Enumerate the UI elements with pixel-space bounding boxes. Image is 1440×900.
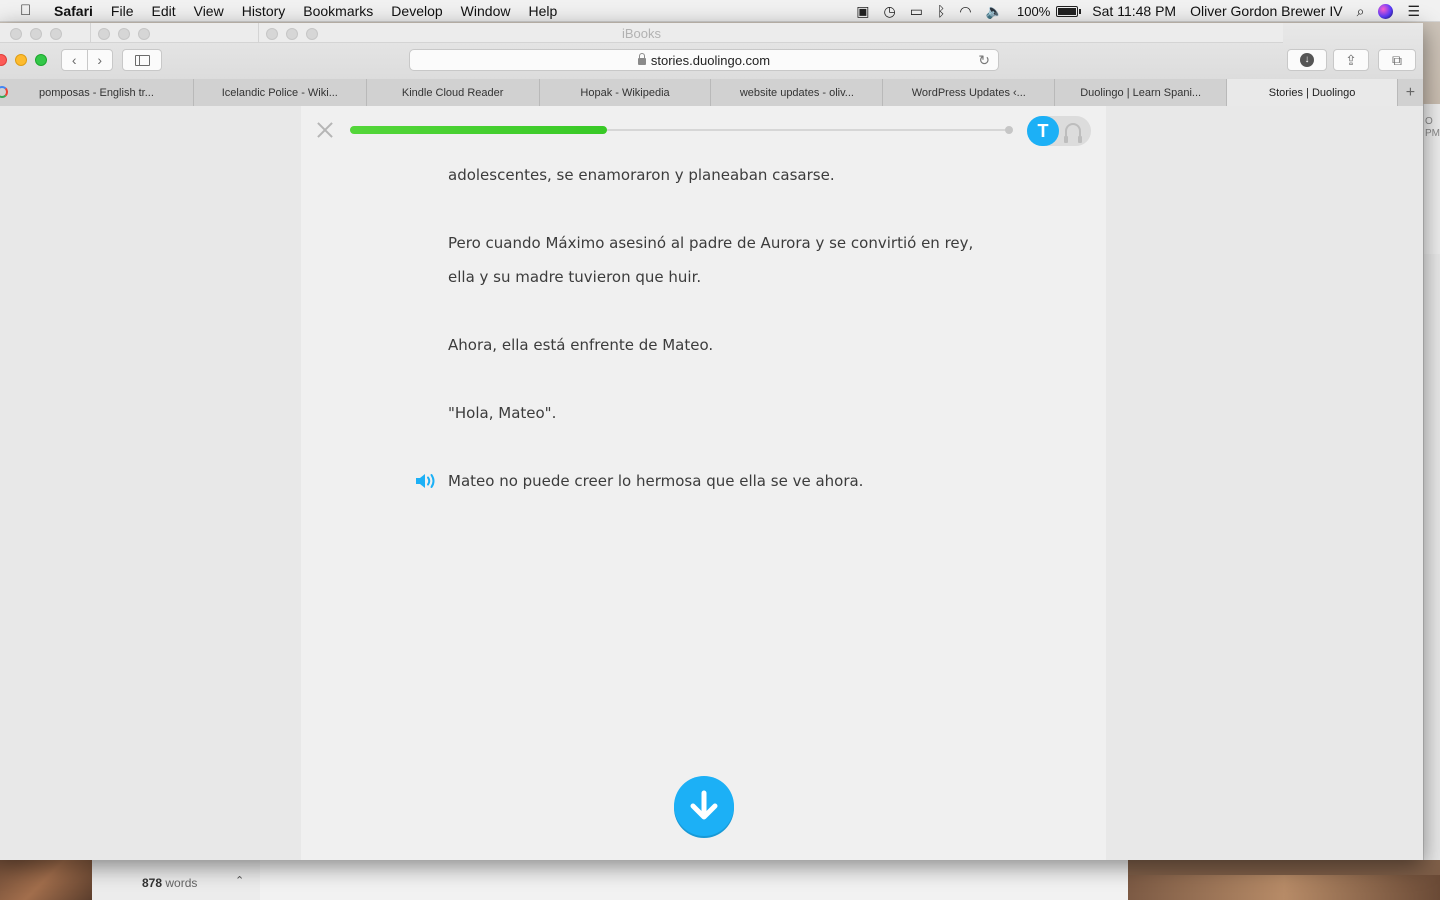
spotlight-search-icon[interactable]: ⌕: [1357, 3, 1365, 20]
apple-menu-icon[interactable]: : [20, 2, 40, 19]
story-mode-toggle: T: [1027, 116, 1091, 146]
story-line: "Hola, Mateo".: [448, 404, 557, 422]
story-line: Pero cuando Máximo asesinó al padre de A…: [448, 234, 974, 252]
story-progress-fill: [350, 126, 608, 134]
tab-label: Hopak - Wikipedia: [580, 86, 670, 99]
continue-button[interactable]: [674, 776, 734, 836]
tab-label: Kindle Cloud Reader: [401, 86, 504, 99]
wifi-icon[interactable]: ◠: [959, 3, 971, 20]
address-bar-url: stories.duolingo.com: [650, 52, 771, 68]
text-mode-button[interactable]: T: [1027, 116, 1059, 146]
story-line-current: Mateo no puede creer lo hermosa que ella…: [448, 472, 864, 490]
tab-hopak[interactable]: Hopak - Wikipedia: [538, 79, 711, 106]
sidebar-toggle-button[interactable]: [122, 49, 162, 71]
nav-buttons: ‹ ›: [61, 49, 113, 71]
tab-duolingo-learn-spanish[interactable]: Duolingo | Learn Spani...: [1054, 79, 1227, 106]
status-area: ▣ ◷ ▭ ᛒ ◠ 🔈 100% Sat 11:48 PM Oliver Gor…: [856, 0, 1440, 22]
address-bar[interactable]: stories.duolingo.com ↻: [409, 49, 999, 71]
menu-help[interactable]: Help: [528, 3, 557, 19]
background-window-right-lower: [1423, 254, 1440, 860]
tab-label: Duolingo | Learn Spani...: [1080, 86, 1202, 99]
safari-toolbar: iBooks ‹ › stories.duolingo.com ↻ ↓ ⇪ ⧉: [0, 23, 1423, 106]
story-progress-bar: [350, 126, 1010, 134]
time-machine-icon[interactable]: ◷: [884, 3, 896, 20]
tab-label: pomposas - English tr...: [38, 86, 154, 99]
tab-wordpress-updates[interactable]: WordPress Updates ‹...: [882, 79, 1055, 106]
bluetooth-icon[interactable]: ᛒ: [937, 3, 945, 19]
tab-label: Icelandic Police - Wiki...: [221, 86, 338, 99]
share-icon: ⇪: [1345, 51, 1357, 68]
google-favicon-icon: [0, 86, 8, 98]
clock[interactable]: Sat 11:48 PM: [1092, 3, 1176, 19]
menu-bookmarks[interactable]: Bookmarks: [303, 3, 373, 19]
story-line: ella y su madre tuvieron que huir.: [448, 268, 702, 286]
download-icon: ↓: [1300, 53, 1314, 67]
story-line: adolescentes, se enamoraron y planeaban …: [448, 166, 835, 184]
forward-icon[interactable]: ›: [88, 52, 113, 68]
window-close-button[interactable]: [0, 54, 7, 66]
tab-website-updates[interactable]: website updates - oliv...: [710, 79, 883, 106]
tab-icelandic-police[interactable]: Icelandic Police - Wiki...: [192, 79, 366, 106]
back-icon[interactable]: ‹: [62, 52, 87, 68]
menu-bar:  Safari File Edit View History Bookmark…: [0, 0, 1440, 22]
volume-icon[interactable]: 🔈: [986, 3, 1003, 20]
photo-booth-icon[interactable]: ▣: [856, 3, 869, 20]
headphones-icon[interactable]: [1064, 123, 1082, 143]
ibooks-window-title: iBooks: [621, 26, 662, 41]
reload-icon[interactable]: ↻: [978, 52, 990, 69]
word-count: 878 words: [142, 876, 198, 890]
tab-label: website updates - oliv...: [739, 86, 854, 99]
background-window-right: O PM: [1423, 104, 1440, 254]
arrow-down-icon: [690, 790, 718, 820]
story-line: Ahora, ella está enfrente de Mateo.: [448, 336, 714, 354]
menu-develop[interactable]: Develop: [391, 3, 442, 19]
menu-window[interactable]: Window: [461, 3, 511, 19]
story-panel: T adolescentes, se enamoraron y planeaba…: [301, 106, 1106, 860]
notification-center-icon[interactable]: ☰: [1407, 3, 1420, 20]
background-document-window: [260, 858, 1128, 900]
menu-file[interactable]: File: [111, 3, 134, 19]
user-name[interactable]: Oliver Gordon Brewer IV: [1190, 3, 1343, 19]
web-page: T adolescentes, se enamoraron y planeaba…: [0, 106, 1423, 860]
battery-percent[interactable]: 100%: [1017, 4, 1050, 19]
new-tab-button[interactable]: +: [1396, 79, 1423, 106]
siri-icon[interactable]: [1378, 3, 1394, 19]
word-count-stepper-icon[interactable]: ⌃: [235, 874, 244, 887]
ibooks-window-titlebar: iBooks: [0, 23, 1283, 43]
sidebar-icon: [134, 54, 150, 66]
share-button[interactable]: ⇪: [1333, 49, 1369, 71]
tab-bar: pomposas - English tr... Icelandic Polic…: [0, 79, 1423, 106]
battery-icon[interactable]: [1056, 5, 1082, 17]
close-story-icon[interactable]: [315, 120, 335, 140]
safari-window: iBooks ‹ › stories.duolingo.com ↻ ↓ ⇪ ⧉: [0, 23, 1423, 860]
story-progress-end: [1005, 126, 1013, 134]
desktop-wallpaper-right: [1128, 875, 1440, 900]
tab-overview-button[interactable]: ⧉: [1378, 49, 1416, 71]
background-window-right-text: O PM: [1425, 116, 1440, 139]
tab-label: Stories | Duolingo: [1268, 86, 1356, 99]
menu-view[interactable]: View: [194, 3, 224, 19]
background-word-count-window: 878 words ⌃: [92, 858, 260, 900]
downloads-button[interactable]: ↓: [1287, 49, 1327, 71]
menu-edit[interactable]: Edit: [151, 3, 175, 19]
desktop-wallpaper-left: [0, 858, 92, 900]
speaker-icon[interactable]: [414, 471, 440, 491]
window-minimize-button[interactable]: [15, 54, 27, 66]
tab-pomposas[interactable]: pomposas - English tr...: [0, 79, 193, 106]
tab-stories-duolingo[interactable]: Stories | Duolingo: [1226, 79, 1397, 106]
menu-history[interactable]: History: [242, 3, 286, 19]
tab-overview-icon: ⧉: [1392, 51, 1402, 68]
airplay-icon[interactable]: ▭: [910, 3, 923, 20]
menu-app-name[interactable]: Safari: [54, 3, 93, 19]
tab-kindle-cloud-reader[interactable]: Kindle Cloud Reader: [365, 79, 539, 106]
tab-label: WordPress Updates ‹...: [911, 86, 1026, 99]
window-controls: [0, 54, 47, 66]
window-zoom-button[interactable]: [35, 54, 47, 66]
lock-icon: [637, 52, 646, 65]
